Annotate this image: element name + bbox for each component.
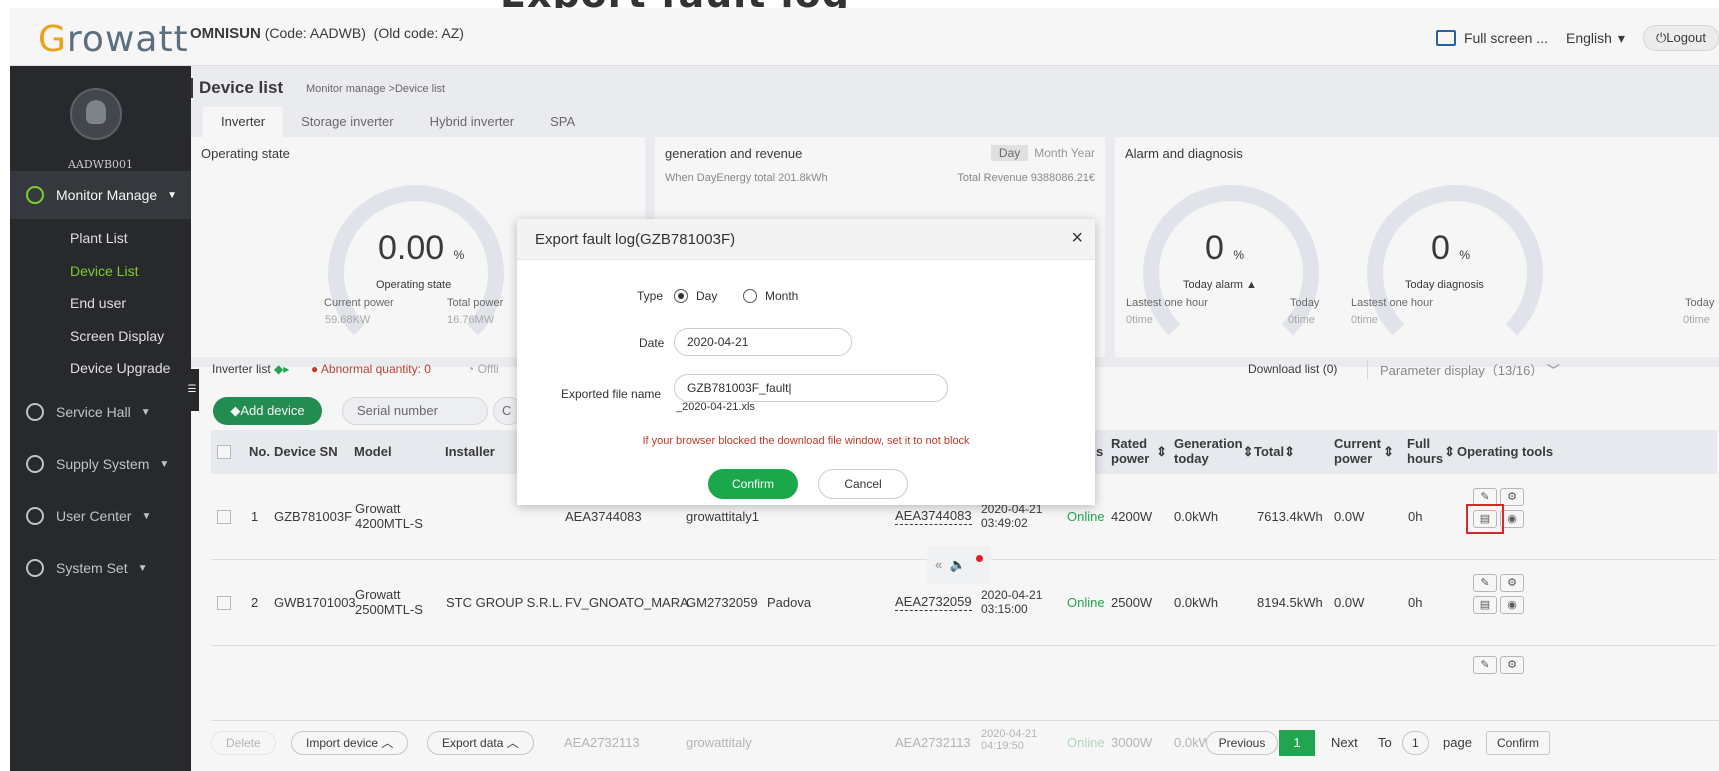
notification-dot xyxy=(976,555,983,562)
type-month-radio[interactable]: Month xyxy=(743,289,798,303)
file-name-input[interactable]: GZB781003F_fault| xyxy=(674,374,948,402)
close-icon[interactable]: × xyxy=(1071,227,1083,250)
type-day-radio[interactable]: Day xyxy=(674,289,717,303)
file-name-label: Exported file name xyxy=(561,387,662,401)
cancel-button[interactable]: Cancel xyxy=(818,469,908,499)
browser-warning: If your browser blocked the download fil… xyxy=(642,435,970,447)
dialog-header: Export fault log(GZB781003F) × xyxy=(517,219,1095,260)
dialog-title: Export fault log(GZB781003F) xyxy=(535,231,736,248)
date-label: Date xyxy=(639,336,665,350)
export-fault-log-dialog: Export fault log(GZB781003F) × Type Day … xyxy=(517,219,1095,505)
type-label: Type xyxy=(637,289,664,303)
date-input[interactable]: 2020-04-21 xyxy=(674,328,852,356)
float-toolbar[interactable]: « 🔈 xyxy=(927,546,991,584)
app-window: Growatt OMNISUN (Code: AADWB) (Old code:… xyxy=(10,8,1719,771)
confirm-button[interactable]: Confirm xyxy=(708,469,798,499)
top-cut-banner: Export fault log xyxy=(0,0,1719,8)
file-suffix: _2020-04-21.xls xyxy=(676,401,755,413)
